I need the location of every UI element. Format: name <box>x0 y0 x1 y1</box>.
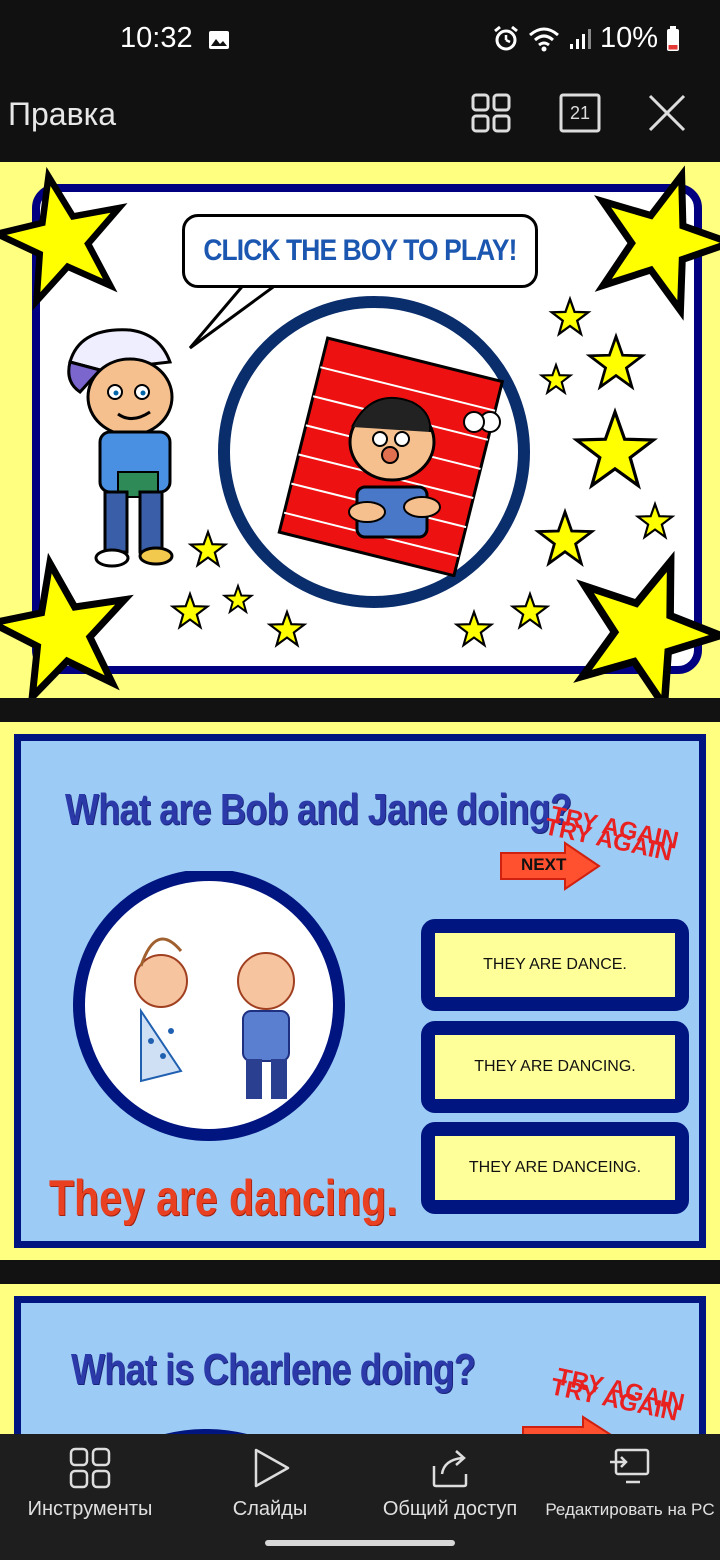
boy-character[interactable] <box>60 322 190 572</box>
status-time: 10:32 <box>120 22 193 54</box>
tab-edit-on-pc-label: Редактировать на PC <box>545 1500 715 1519</box>
status-bar: 10:32 10% <box>0 0 720 66</box>
battery-low-icon <box>667 25 679 51</box>
slide-list[interactable]: CLICK THE BOY TO PLAY! What are Bob and … <box>0 162 720 1434</box>
tab-edit-on-pc[interactable]: Редактировать на PC <box>545 1434 715 1534</box>
answer-option-3-label: THEY ARE DANCEING. <box>468 1159 642 1176</box>
slide-1[interactable]: CLICK THE BOY TO PLAY! <box>0 162 720 698</box>
alarm-icon <box>494 25 518 50</box>
app-title: Правка <box>8 96 117 132</box>
tab-tools[interactable]: Инструменты <box>20 1434 160 1534</box>
tab-tools-label: Инструменты <box>27 1498 153 1520</box>
slide-2[interactable]: What are Bob and Jane doing? TRY AGAIN T… <box>0 722 720 1260</box>
signal-icon <box>569 28 591 49</box>
tab-share[interactable]: Общий доступ <box>375 1434 525 1534</box>
home-indicator[interactable] <box>265 1540 455 1546</box>
status-right-group: 10% <box>492 22 680 55</box>
grid-view-icon[interactable] <box>470 92 512 134</box>
answer-option-2-label: THEY ARE DANCING. <box>474 1058 636 1075</box>
slide-count: 21 <box>569 102 591 123</box>
play-icon <box>254 1448 290 1488</box>
bubble-text: CLICK THE BOY TO PLAY! <box>203 234 517 267</box>
answer-caption: They are dancing. <box>49 1170 398 1226</box>
close-icon[interactable] <box>646 92 688 134</box>
share-icon <box>432 1450 468 1488</box>
tab-slides[interactable]: Слайды <box>210 1434 330 1534</box>
app-bar: Правка 21 <box>0 66 720 162</box>
tools-icon <box>69 1447 111 1489</box>
cartoon-kid-picture <box>277 336 505 577</box>
question-text: What are Bob and Jane doing? <box>65 785 572 834</box>
image-icon <box>209 31 229 49</box>
next-arrow-icon[interactable] <box>521 1415 621 1434</box>
tab-share-label: Общий доступ <box>382 1498 518 1520</box>
next-label: NEXT <box>521 855 567 874</box>
answer-option-2[interactable]: THEY ARE DANCING. <box>421 1021 689 1113</box>
cast-to-pc-icon <box>610 1448 650 1484</box>
dancing-kids-picture <box>73 871 345 1141</box>
answer-option-1-label: THEY ARE DANCE. <box>483 956 627 973</box>
wifi-icon <box>528 27 559 51</box>
slide-3[interactable]: What is Charlene doing? TRY AGAIN TRY AG… <box>0 1284 720 1434</box>
speech-bubble: CLICK THE BOY TO PLAY! <box>182 214 538 288</box>
tab-slides-label: Слайды <box>232 1498 308 1520</box>
slide-count-button[interactable]: 21 <box>559 92 601 134</box>
slide-3-frame: What is Charlene doing? TRY AGAIN TRY AG… <box>14 1296 706 1434</box>
battery-percent: 10% <box>599 22 658 54</box>
question-text: What is Charlene doing? <box>71 1345 476 1394</box>
slide-2-frame: What are Bob and Jane doing? TRY AGAIN T… <box>14 734 706 1248</box>
answer-option-3[interactable]: THEY ARE DANCEING. <box>421 1122 689 1214</box>
answer-option-1[interactable]: THEY ARE DANCE. <box>421 919 689 1011</box>
next-button[interactable]: NEXT <box>499 841 603 891</box>
